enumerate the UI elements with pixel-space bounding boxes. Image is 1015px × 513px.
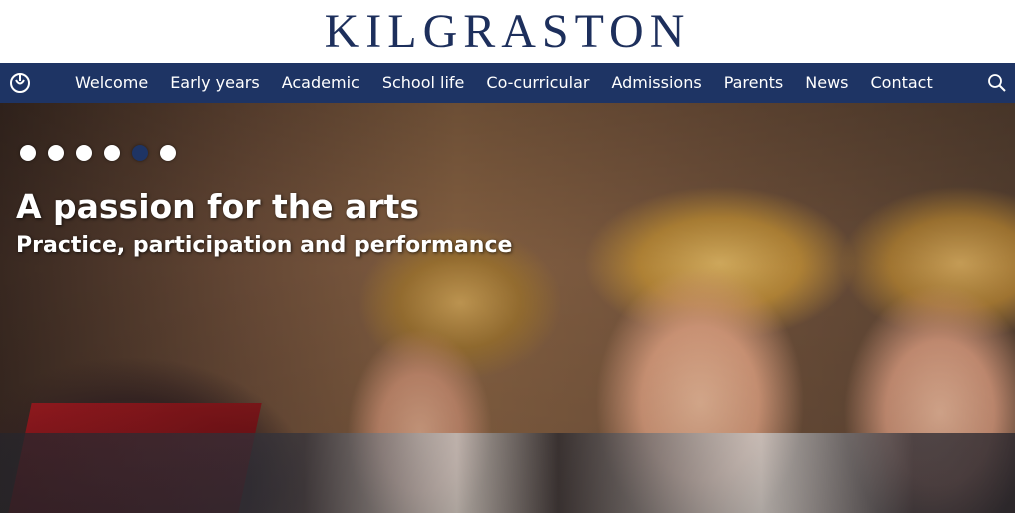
hero-subtitle: Practice, participation and performance xyxy=(16,233,513,258)
slide-dot-5-active[interactable] xyxy=(132,145,148,161)
hero-photo-overlay xyxy=(0,103,1015,513)
nav-item-school-life[interactable]: School life xyxy=(371,63,476,103)
nav-item-co-curricular[interactable]: Co-curricular xyxy=(475,63,600,103)
slide-dot-2[interactable] xyxy=(48,145,64,161)
slide-indicators xyxy=(20,145,176,161)
nav-item-early-years[interactable]: Early years xyxy=(159,63,271,103)
nav-menu: Welcome Early years Academic School life… xyxy=(64,63,944,103)
crest-logo-icon[interactable] xyxy=(8,71,32,95)
brand-header: KILGRASTON xyxy=(0,0,1015,63)
hero-title: A passion for the arts xyxy=(16,187,420,226)
slide-dot-1[interactable] xyxy=(20,145,36,161)
search-icon[interactable] xyxy=(987,73,1007,93)
main-navigation: Welcome Early years Academic School life… xyxy=(0,63,1015,103)
nav-item-news[interactable]: News xyxy=(794,63,859,103)
nav-item-contact[interactable]: Contact xyxy=(859,63,943,103)
site-logo-text[interactable]: KILGRASTON xyxy=(0,6,1015,58)
nav-item-welcome[interactable]: Welcome xyxy=(64,63,159,103)
nav-item-admissions[interactable]: Admissions xyxy=(600,63,712,103)
slide-dot-4[interactable] xyxy=(104,145,120,161)
nav-item-academic[interactable]: Academic xyxy=(271,63,371,103)
nav-item-parents[interactable]: Parents xyxy=(713,63,795,103)
slide-dot-3[interactable] xyxy=(76,145,92,161)
hero-slideshow[interactable]: A passion for the arts Practice, partici… xyxy=(0,103,1015,513)
slide-dot-6[interactable] xyxy=(160,145,176,161)
